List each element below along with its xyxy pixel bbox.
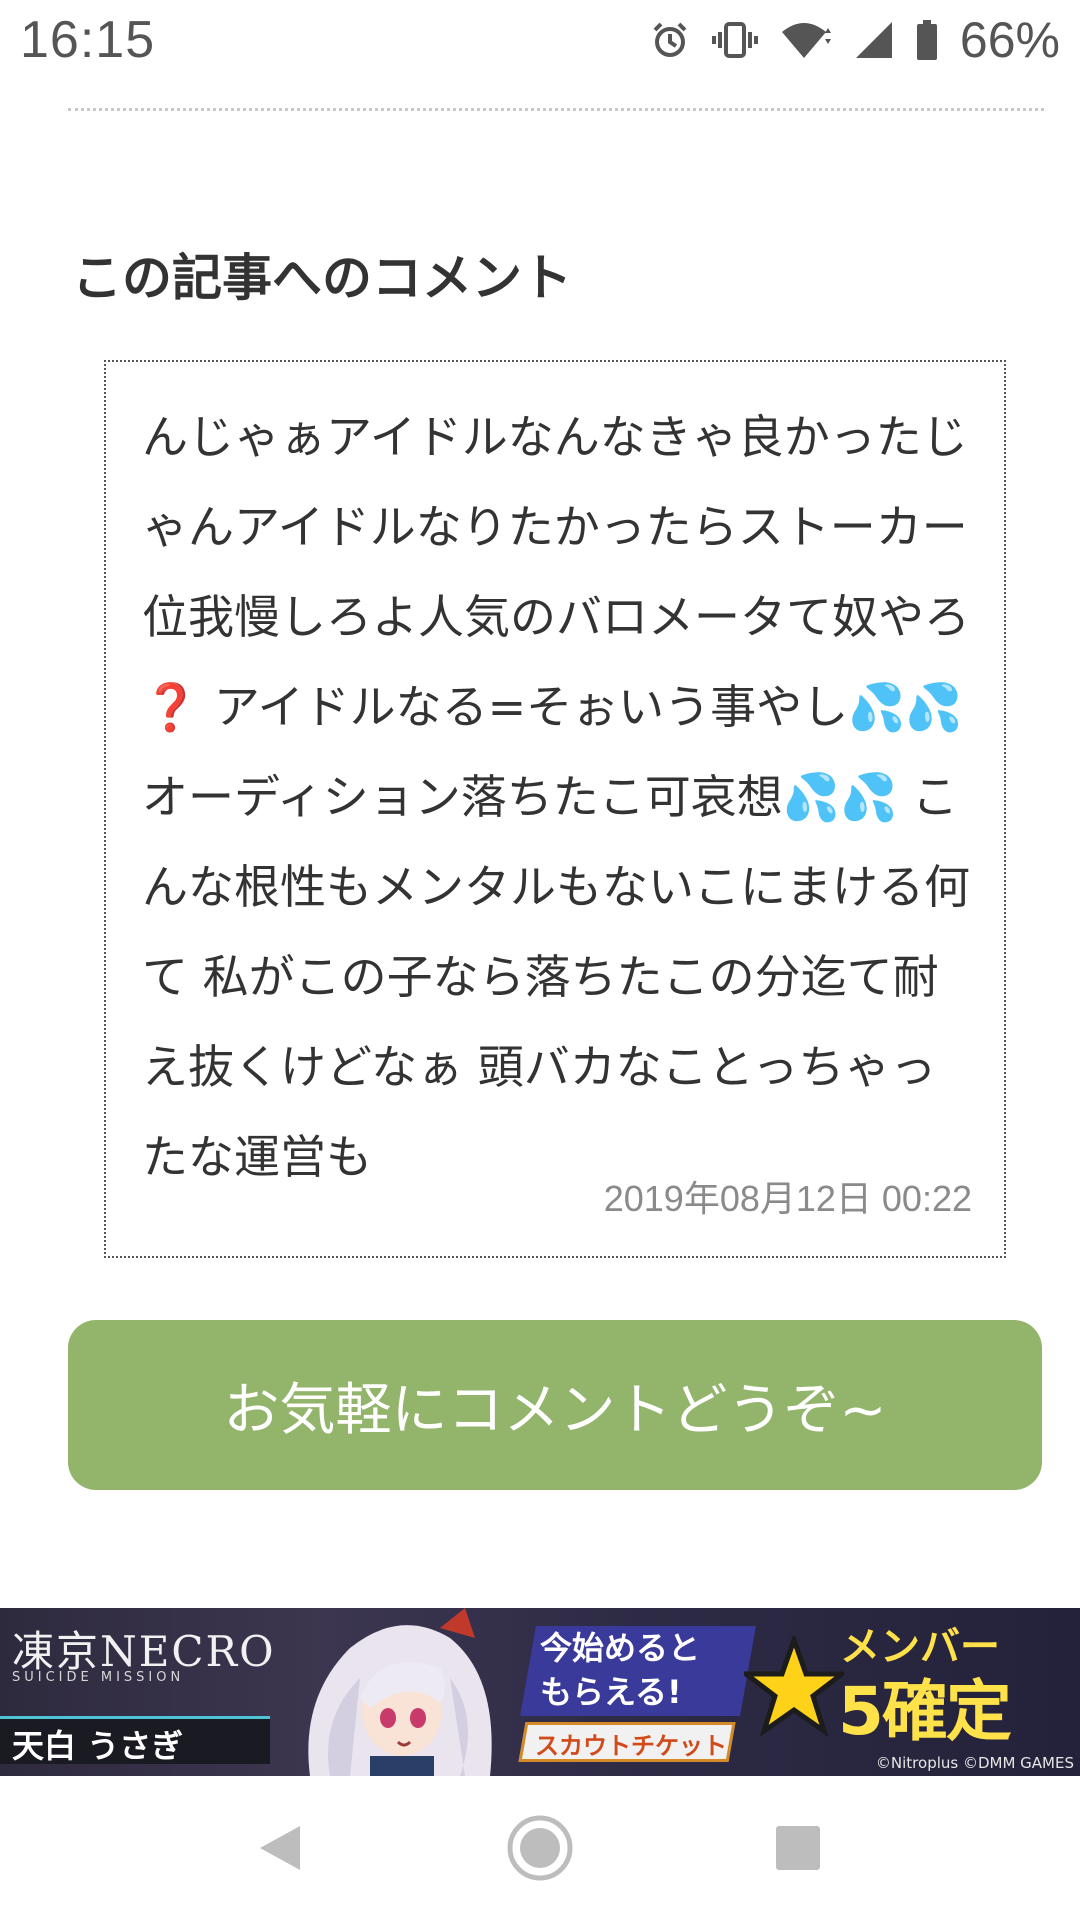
star-icon bbox=[744, 1636, 844, 1736]
status-time: 16:15 bbox=[20, 11, 156, 69]
sweat-drops-emoji: 💦💦 bbox=[848, 680, 963, 734]
ad-character-illustration bbox=[308, 1608, 492, 1776]
back-button[interactable] bbox=[210, 1776, 350, 1920]
alarm-icon bbox=[653, 22, 687, 57]
signal-icon bbox=[855, 22, 892, 58]
vibrate-icon bbox=[711, 22, 758, 58]
ad-character-name-box: 天白 うさぎ bbox=[0, 1716, 270, 1765]
ad-promo: 今始めると もらえる! bbox=[540, 1626, 700, 1714]
comment-date: 2019年08月12日 00:22 bbox=[603, 1178, 972, 1219]
sweat-drops-emoji: 💦💦 bbox=[782, 770, 898, 824]
comment-line: し bbox=[802, 680, 849, 734]
recents-icon bbox=[776, 1826, 820, 1870]
status-bar: 16:15 66% bbox=[0, 0, 1080, 80]
battery-icon bbox=[916, 20, 937, 60]
divider bbox=[68, 108, 1044, 111]
back-icon bbox=[260, 1826, 300, 1870]
home-button[interactable] bbox=[470, 1776, 610, 1920]
comment-body: んじゃぁアイドルなんなきゃ良かったじゃんアイドルなりたかったらストーカー位我慢し… bbox=[142, 392, 972, 1202]
comment-line: アイドルなる=そぉいう事や bbox=[199, 680, 803, 734]
status-icons: 66% bbox=[650, 12, 1060, 68]
comment-card: んじゃぁアイドルなんなきゃ良かったじゃんアイドルなりたかったらストーカー位我慢し… bbox=[104, 360, 1006, 1258]
ad-promo-line-1: 今始めると bbox=[540, 1629, 701, 1667]
ad-banner[interactable]: 凍京NECRO SUICIDE MISSION 天白 うさぎ 今始めると もらえ… bbox=[0, 1608, 1080, 1776]
ad-copyright: ©Nitroplus ©DMM GAMES bbox=[875, 1754, 1074, 1772]
ad-confirm-label: 5確定 bbox=[838, 1673, 1012, 1750]
ad-character-name: 天白 うさぎ bbox=[12, 1727, 184, 1765]
ad-promo-line-2: もらえる! bbox=[540, 1673, 682, 1711]
comment-line: 想 bbox=[736, 770, 783, 824]
wifi-icon bbox=[781, 23, 831, 58]
home-icon bbox=[507, 1815, 573, 1881]
ad-game-info: 凍京NECRO SUICIDE MISSION 天白 うさぎ bbox=[0, 1608, 290, 1776]
question-mark-emoji: ❓ bbox=[142, 680, 200, 734]
ad-ticket-label: スカウトチケット bbox=[535, 1732, 727, 1760]
recents-button[interactable] bbox=[728, 1776, 868, 1920]
comment-line: んじゃぁアイドルなんなきゃ良かった bbox=[142, 410, 922, 464]
navigation-bar bbox=[0, 1776, 1080, 1920]
comments-heading: この記事へのコメント bbox=[72, 249, 572, 307]
comment-line: オーディション落ちたこ可哀 bbox=[142, 770, 737, 824]
ad-subtitle: SUICIDE MISSION bbox=[12, 1670, 185, 1685]
battery-percent: 66% bbox=[959, 12, 1060, 68]
comment-line: 奴やろ bbox=[832, 590, 970, 644]
comment-button[interactable]: お気軽にコメントどうぞ~ bbox=[68, 1320, 1042, 1490]
